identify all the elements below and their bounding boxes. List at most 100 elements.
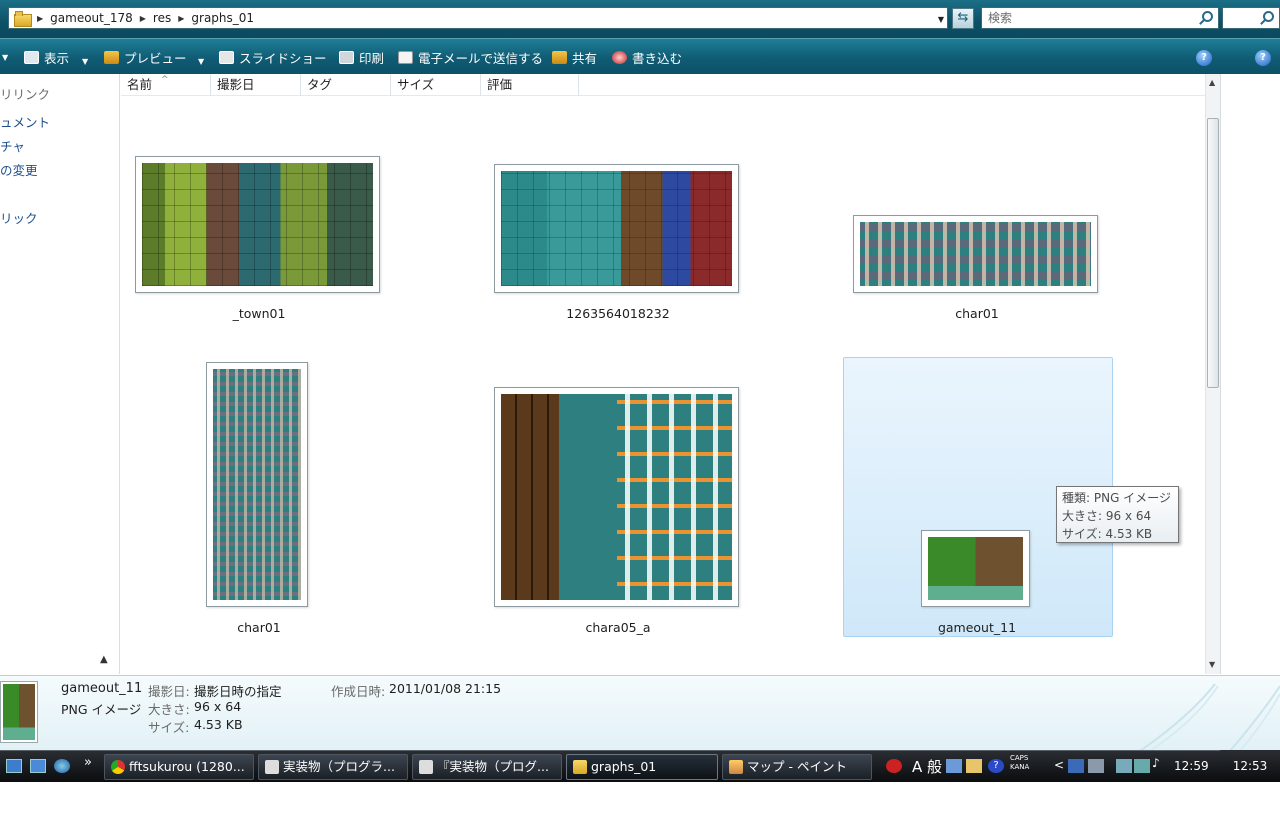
details-size-key: サイズ: — [148, 720, 190, 735]
nav-item-pictures[interactable]: チャ — [0, 136, 25, 155]
task-graphs-01[interactable]: graphs_01 — [566, 754, 718, 780]
volume-icon[interactable]: ♪ — [1152, 756, 1160, 770]
chevron-down-icon[interactable]: ▼ — [2, 47, 8, 67]
paint-icon — [729, 760, 743, 774]
column-tags[interactable]: タグ — [301, 74, 391, 96]
file-name[interactable]: gameout_11 — [857, 620, 1097, 635]
quicklaunch-more-icon[interactable]: » — [84, 755, 92, 770]
file-name[interactable]: char01 — [857, 306, 1097, 321]
view-button[interactable]: 表示 — [24, 47, 69, 67]
tray-app-icon[interactable] — [946, 759, 962, 773]
refresh-button[interactable]: ⇆ — [952, 8, 974, 29]
search-input[interactable] — [982, 8, 1182, 28]
clock[interactable]: 12:59 — [1174, 759, 1209, 773]
chevron-left-icon[interactable]: < — [1054, 758, 1064, 772]
task-paint[interactable]: マップ - ペイント — [722, 754, 872, 780]
search-icon[interactable] — [1263, 11, 1274, 22]
explorer-screen: ▶ gameout_178 ▶ res ▶ graphs_01 ▼ ⇆ ▼ 表示… — [0, 0, 1280, 827]
preview-button[interactable]: プレビュー — [104, 47, 187, 67]
file-name[interactable]: char01 — [139, 620, 379, 635]
slideshow-label: スライドショー — [239, 50, 327, 66]
search-icon[interactable] — [1202, 11, 1213, 22]
file-name[interactable]: 1263564018232 — [498, 306, 738, 321]
tray-app-icon[interactable] — [1116, 759, 1132, 773]
switch-windows-icon[interactable] — [30, 759, 46, 773]
thumbnail[interactable] — [494, 164, 739, 293]
nav-item-documents[interactable]: ュメント — [0, 112, 50, 131]
refresh-icon: ⇆ — [957, 10, 969, 25]
caps-label: CAPS — [1010, 754, 1029, 762]
document-icon — [265, 760, 279, 774]
breadcrumb-graphs[interactable]: graphs_01 — [191, 11, 254, 25]
printer-icon — [339, 50, 354, 64]
details-thumbnail — [0, 681, 38, 743]
column-rating[interactable]: 評価 — [481, 74, 579, 96]
column-name[interactable]: 名前 ^ — [121, 74, 211, 96]
monitor-icon[interactable] — [1088, 759, 1104, 773]
vertical-scrollbar[interactable]: ▲ ▼ — [1205, 74, 1220, 674]
slideshow-button[interactable]: スライドショー — [219, 47, 327, 67]
kana-label: KANA — [1010, 763, 1030, 771]
help-icon[interactable]: ? — [1255, 50, 1271, 66]
scroll-down-icon[interactable]: ▼ — [1209, 660, 1215, 669]
thumbnail-image — [928, 537, 1023, 600]
thumbnail[interactable] — [206, 362, 308, 607]
scroll-thumb[interactable] — [1207, 118, 1219, 388]
details-dimensions-key: 大きさ: — [148, 702, 190, 717]
thumbnail-image — [213, 369, 301, 600]
chevron-down-icon[interactable]: ▼ — [82, 51, 88, 71]
details-size-value: 4.53 KB — [194, 717, 243, 732]
task-label: graphs_01 — [591, 759, 657, 774]
ime-indicator[interactable]: A 般 — [912, 756, 942, 777]
nav-item-changed[interactable]: の変更 — [0, 160, 38, 179]
tray-app-icon[interactable] — [966, 759, 982, 773]
help-icon[interactable]: ? — [988, 759, 1004, 773]
burn-button[interactable]: 書き込む — [612, 47, 682, 67]
column-date-taken[interactable]: 撮影日 — [211, 74, 301, 96]
file-name[interactable]: chara05_a — [498, 620, 738, 635]
chrome-icon — [111, 760, 125, 774]
clock-secondary[interactable]: 12:53 — [1220, 750, 1280, 782]
search-box[interactable] — [981, 7, 1219, 29]
details-thumbnail-image — [3, 684, 35, 740]
address-bar[interactable]: ▶ gameout_178 ▶ res ▶ graphs_01 ▼ — [8, 7, 948, 29]
scroll-up-icon[interactable]: ▲ — [1209, 78, 1215, 87]
thumbnail[interactable] — [853, 215, 1098, 293]
network-status-icon[interactable] — [1134, 759, 1150, 773]
network-icon[interactable] — [1068, 759, 1084, 773]
show-desktop-icon[interactable] — [6, 759, 22, 773]
breadcrumb-res[interactable]: res — [153, 11, 171, 25]
thumbnail[interactable] — [135, 156, 380, 293]
help-icon[interactable]: ? — [1196, 50, 1212, 66]
email-button[interactable]: 電子メールで送信する — [398, 47, 543, 67]
column-name-label: 名前 — [127, 77, 153, 92]
task-jissoubutsu-1[interactable]: 実装物（プログラ... — [258, 754, 408, 780]
breadcrumb-gameout[interactable]: gameout_178 — [50, 11, 133, 25]
ime-caps-kana[interactable]: CAPS KANA — [1010, 754, 1029, 772]
chevron-down-icon[interactable]: ▼ — [938, 15, 944, 24]
task-chrome[interactable]: fftsukurou (1280... — [104, 754, 254, 780]
thumbnail[interactable] — [921, 530, 1030, 607]
thumbnail-image — [501, 171, 732, 286]
column-size[interactable]: サイズ — [391, 74, 481, 96]
details-date-taken-value[interactable]: 撮影日時の指定 — [194, 681, 282, 700]
nav-item-public[interactable]: リック — [0, 208, 38, 227]
file-name[interactable]: _town01 — [139, 306, 379, 321]
search-box-secondary[interactable] — [1222, 7, 1280, 29]
task-jissoubutsu-2[interactable]: 『実装物（プログ... — [412, 754, 562, 780]
thumbnail[interactable] — [494, 387, 739, 607]
decorative-swoosh — [1139, 683, 1280, 751]
thumbnail-image — [860, 222, 1091, 286]
chevron-down-icon[interactable]: ▼ — [198, 51, 204, 71]
file-tooltip: 種類: PNG イメージ 大きさ: 96 x 64 サイズ: 4.53 KB — [1056, 486, 1179, 543]
chevron-up-icon[interactable]: ▲ — [100, 654, 108, 665]
crumb-separator-icon: ▶ — [139, 13, 146, 23]
details-pane: gameout_11 PNG イメージ 撮影日: 撮影日時の指定 大きさ: 96… — [0, 675, 1280, 751]
navigation-pane: リリンク ュメント チャ の変更 リック ▲ — [0, 74, 120, 674]
ie-icon[interactable] — [54, 759, 70, 773]
share-button[interactable]: 共有 — [552, 47, 597, 67]
document-icon — [419, 760, 433, 774]
print-button[interactable]: 印刷 — [339, 47, 384, 67]
address-bar-area: ▶ gameout_178 ▶ res ▶ graphs_01 ▼ ⇆ — [0, 0, 1280, 38]
tray-app-icon[interactable] — [886, 759, 902, 773]
